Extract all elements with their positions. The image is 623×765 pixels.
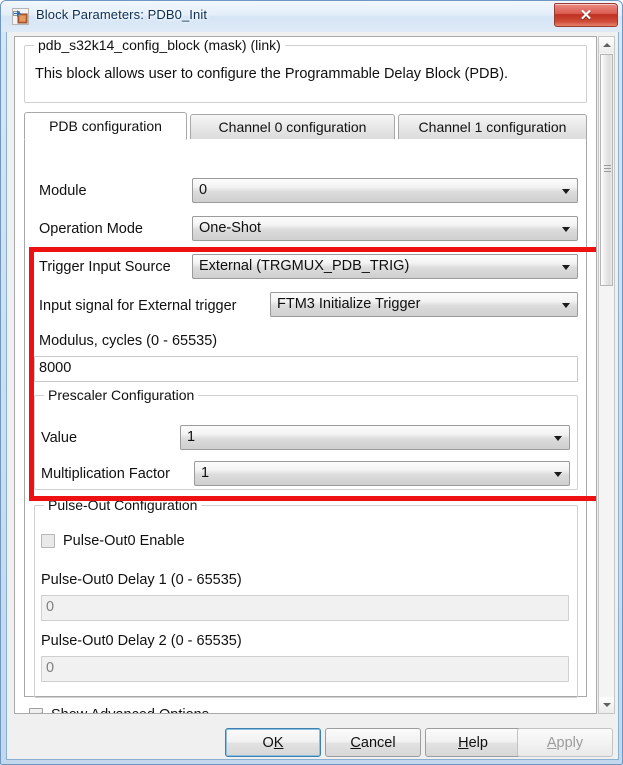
close-icon: ✕ xyxy=(579,6,593,24)
multiplication-factor-value: 1 xyxy=(201,465,210,481)
chevron-down-icon xyxy=(562,189,570,194)
chevron-down-icon xyxy=(554,472,562,477)
chevron-down-icon xyxy=(562,303,570,308)
window-title: Block Parameters: PDB0_Init xyxy=(36,7,208,22)
simulink-block-icon xyxy=(12,8,29,25)
pulse-out-group-legend: Pulse-Out Configuration xyxy=(44,497,202,513)
cancel-button[interactable]: Cancel xyxy=(325,728,421,757)
checkbox-checked-icon xyxy=(29,708,43,713)
show-advanced-options-checkbox[interactable]: Show Advanced Options xyxy=(29,707,209,713)
chevron-down-icon xyxy=(554,436,562,441)
module-dropdown[interactable]: 0 xyxy=(192,178,578,203)
mask-name-legend: pdb_s32k14_config_block (mask) (link) xyxy=(34,37,285,53)
tab-page-pdb-configuration: Module 0 Operation Mode One-Shot Trigger… xyxy=(24,139,587,698)
scroll-up-button[interactable] xyxy=(599,37,614,53)
chevron-up-icon xyxy=(602,43,611,47)
prescaler-value-label: Value xyxy=(41,430,78,446)
tab-strip: PDB configuration Channel 0 configuratio… xyxy=(24,112,587,140)
cancel-button-mnemonic: C xyxy=(350,734,361,751)
tab-channel-0-configuration[interactable]: Channel 0 configuration xyxy=(190,114,395,140)
prescaler-value-value: 1 xyxy=(187,429,196,445)
pulse-out0-delay1-input[interactable]: 0 xyxy=(41,595,569,621)
operation-mode-label: Operation Mode xyxy=(39,221,143,237)
help-button-post: elp xyxy=(468,734,488,751)
modulus-value: 8000 xyxy=(39,360,72,376)
help-button-mnemonic: H xyxy=(458,734,469,751)
ok-button-pre: O xyxy=(262,734,274,751)
pulse-out0-delay2-value: 0 xyxy=(46,660,55,676)
module-label: Module xyxy=(39,183,87,199)
title-bar: Block Parameters: PDB0_Init ✕ xyxy=(1,1,622,32)
pulse-out0-delay2-input[interactable]: 0 xyxy=(41,656,569,682)
operation-mode-dropdown[interactable]: One-Shot xyxy=(192,216,578,241)
pulse-out0-delay1-value: 0 xyxy=(46,599,55,615)
scrollbar-thumb[interactable] xyxy=(600,54,613,286)
checkbox-icon xyxy=(41,534,55,548)
pulse-out0-delay1-label: Pulse-Out0 Delay 1 (0 - 65535) xyxy=(41,572,242,588)
cancel-button-post: ancel xyxy=(360,734,396,751)
apply-button-mnemonic: A xyxy=(546,734,557,751)
ok-button-mnemonic: K xyxy=(273,734,284,751)
scrollbar-grip-icon xyxy=(604,165,611,174)
chevron-down-icon xyxy=(562,265,570,270)
tab-label: Channel 0 configuration xyxy=(218,119,367,135)
apply-button-post: pply xyxy=(556,734,584,751)
parameters-pane: pdb_s32k14_config_block (mask) (link) Th… xyxy=(14,36,597,714)
input-signal-external-trigger-value: FTM3 Initialize Trigger xyxy=(277,296,421,312)
pulse-out0-delay2-label: Pulse-Out0 Delay 2 (0 - 65535) xyxy=(41,633,242,649)
tab-label: PDB configuration xyxy=(49,118,162,134)
mask-description-group: pdb_s32k14_config_block (mask) (link) Th… xyxy=(24,37,587,103)
trigger-input-source-dropdown[interactable]: External (TRGMUX_PDB_TRIG) xyxy=(192,254,578,279)
multiplication-factor-label: Multiplication Factor xyxy=(41,466,170,482)
help-button[interactable]: Help xyxy=(425,728,521,757)
dialog-window: Block Parameters: PDB0_Init ✕ pdb_s32k14… xyxy=(0,0,623,765)
prescaler-group-legend: Prescaler Configuration xyxy=(44,387,199,403)
operation-mode-value: One-Shot xyxy=(199,220,262,236)
tab-pdb-configuration[interactable]: PDB configuration xyxy=(24,112,187,140)
trigger-input-source-label: Trigger Input Source xyxy=(39,259,171,275)
mask-description-text: This block allows user to configure the … xyxy=(35,66,509,82)
chevron-down-icon xyxy=(602,703,611,707)
input-signal-external-trigger-dropdown[interactable]: FTM3 Initialize Trigger xyxy=(270,292,578,317)
tab-label: Channel 1 configuration xyxy=(418,119,567,135)
scroll-down-button[interactable] xyxy=(599,697,614,713)
show-advanced-options-label: Show Advanced Options xyxy=(51,707,209,713)
ok-button[interactable]: OK xyxy=(225,728,321,757)
tab-channel-1-configuration[interactable]: Channel 1 configuration xyxy=(398,114,587,140)
chevron-down-icon xyxy=(562,227,570,232)
trigger-input-source-value: External (TRGMUX_PDB_TRIG) xyxy=(199,258,410,274)
pulse-out0-enable-checkbox[interactable]: Pulse-Out0 Enable xyxy=(41,533,185,549)
prescaler-value-dropdown[interactable]: 1 xyxy=(180,425,570,450)
modulus-label: Modulus, cycles (0 - 65535) xyxy=(39,333,218,349)
dialog-client-area: pdb_s32k14_config_block (mask) (link) Th… xyxy=(6,32,619,760)
input-signal-external-trigger-label: Input signal for External trigger xyxy=(39,298,237,314)
modulus-input[interactable]: 8000 xyxy=(34,356,578,382)
pulse-out0-enable-label: Pulse-Out0 Enable xyxy=(63,533,185,549)
module-value: 0 xyxy=(199,182,208,198)
close-button[interactable]: ✕ xyxy=(554,3,618,27)
multiplication-factor-dropdown[interactable]: 1 xyxy=(194,461,570,486)
dialog-button-bar: OK Cancel Help Apply xyxy=(7,720,620,760)
vertical-scrollbar[interactable] xyxy=(598,36,615,714)
apply-button: Apply xyxy=(517,728,613,757)
